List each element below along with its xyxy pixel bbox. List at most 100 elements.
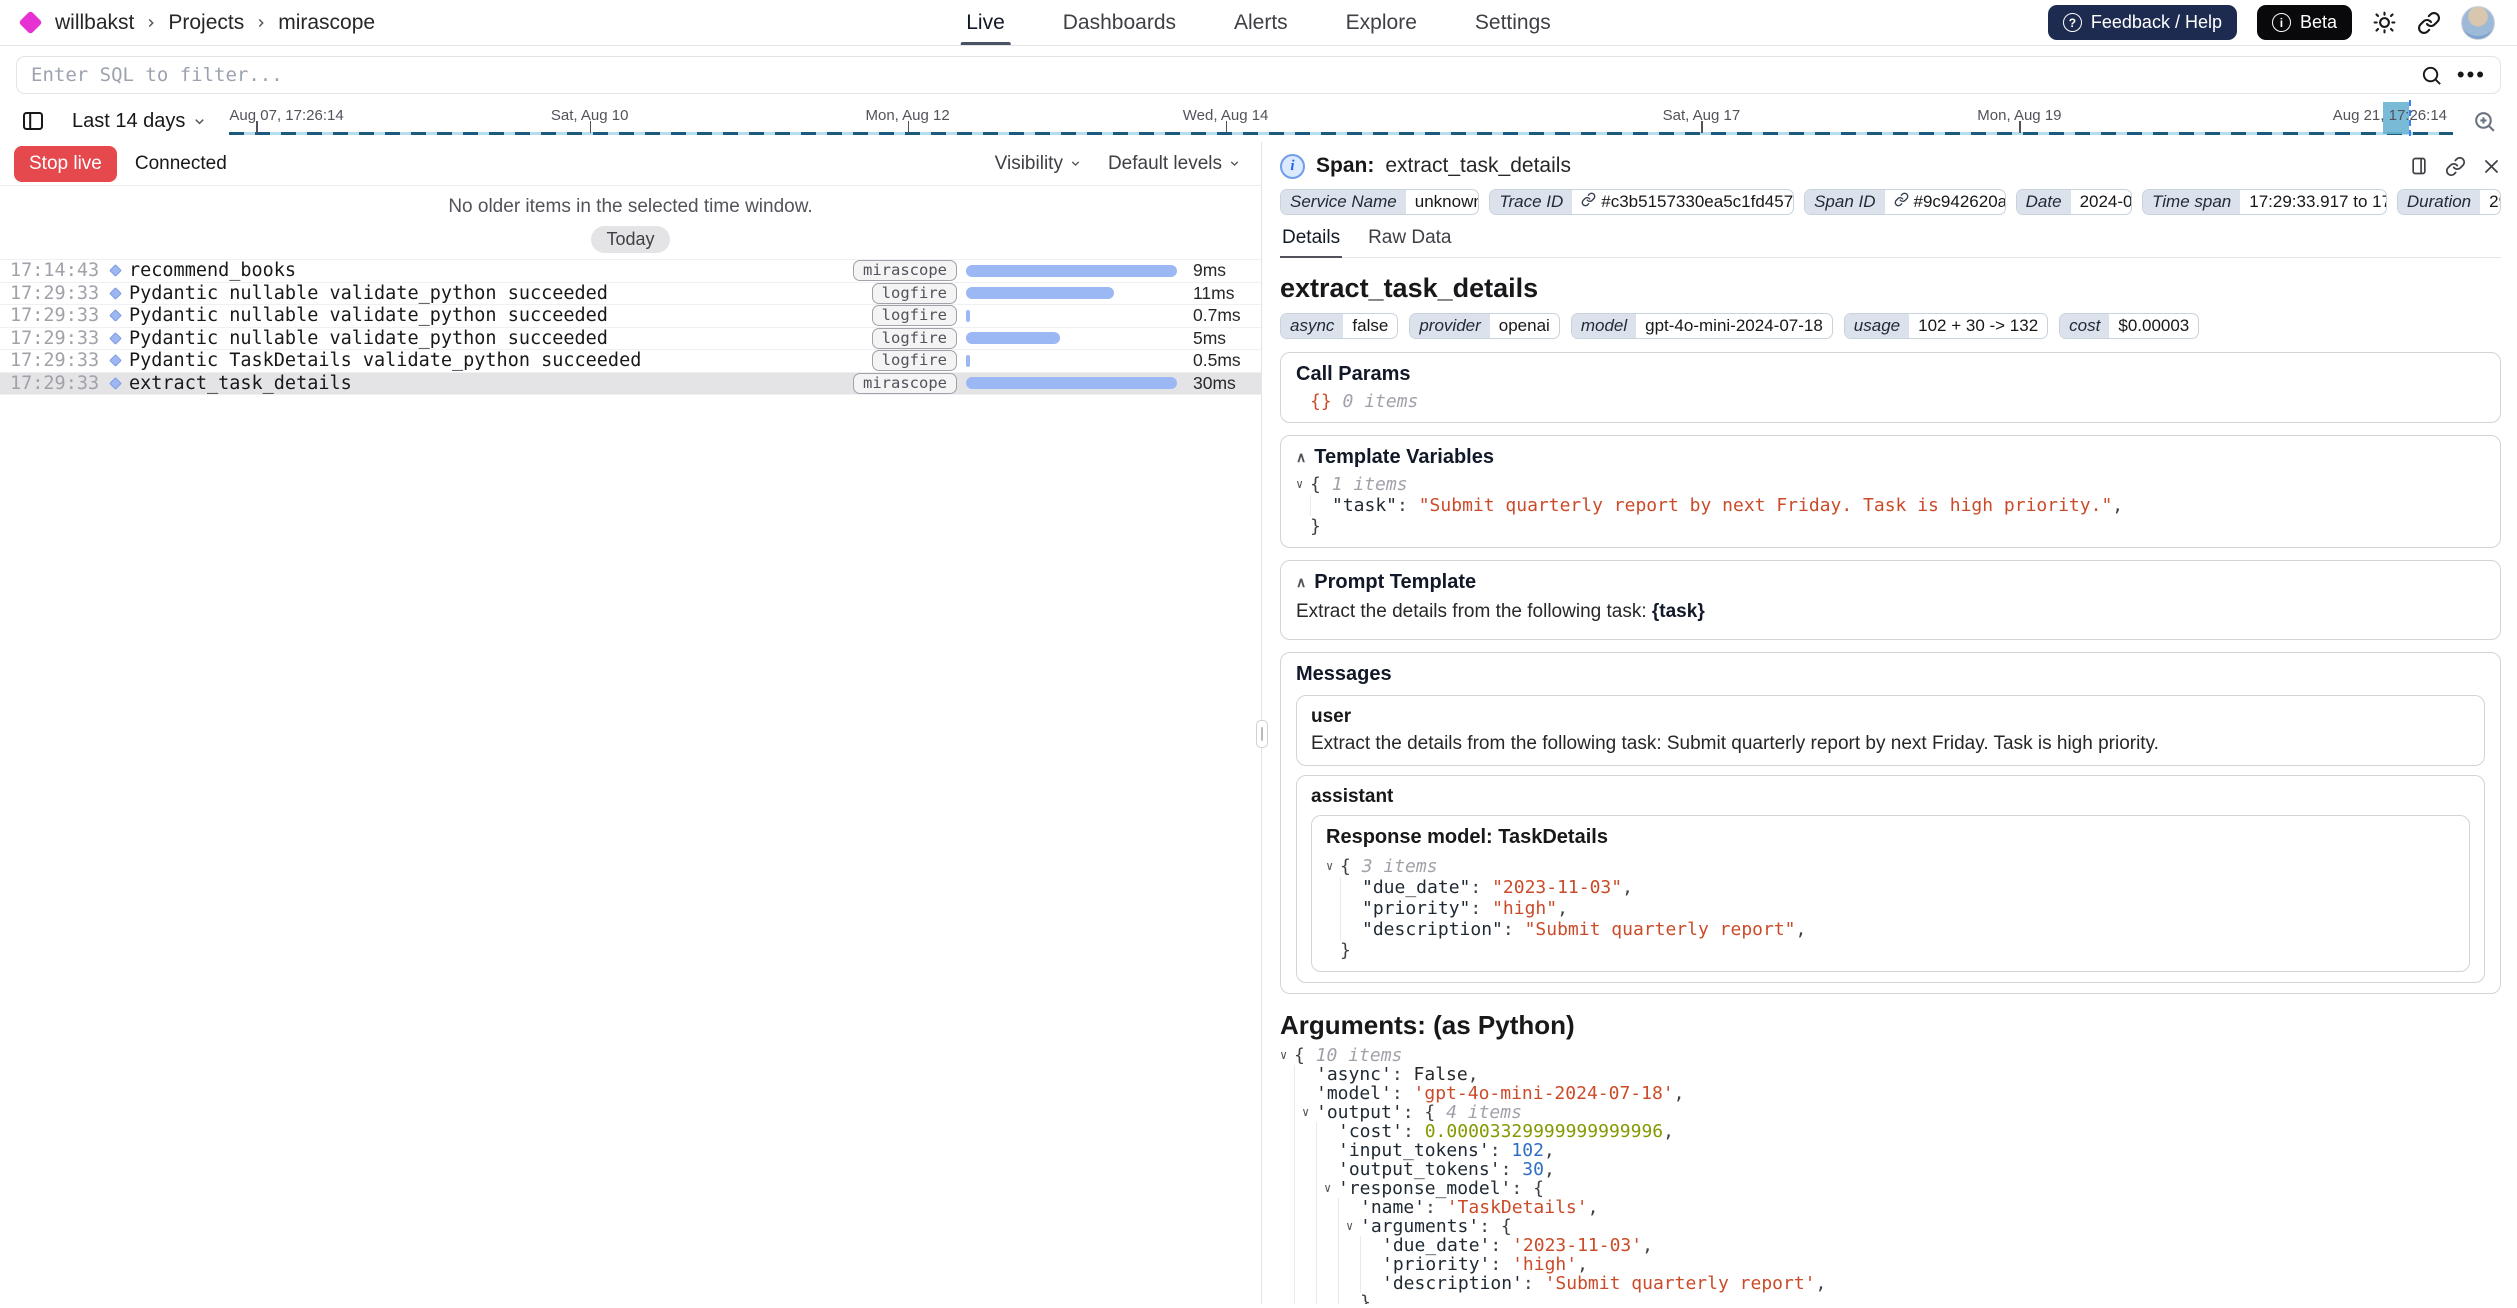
beta-button[interactable]: i Beta (2257, 5, 2352, 40)
user-avatar[interactable] (2461, 6, 2495, 40)
badge-value: gpt-4o-mini-2024-07-18 (1636, 314, 1832, 338)
levels-dropdown[interactable]: Default levels (1108, 153, 1241, 175)
sidebar-toggle-icon[interactable] (16, 104, 50, 138)
code-token: , (1468, 1065, 1479, 1084)
theme-toggle-icon[interactable] (2372, 10, 2397, 35)
top-navbar: willbakst Projects mirascope Live Dashboa… (0, 0, 2517, 46)
log-row[interactable]: 17:29:33Pydantic nullable validate_pytho… (0, 283, 1261, 306)
code-token: 'description' (1382, 1274, 1523, 1293)
response-model-json: ∨{ 3 items"due_date": "2023-11-03","prio… (1326, 856, 2455, 961)
breadcrumb-project[interactable]: mirascope (278, 11, 375, 35)
tab-details[interactable]: Details (1280, 223, 1342, 257)
nav-tab-settings[interactable]: Settings (1475, 0, 1551, 45)
live-view-panel: Stop live Connected Visibility Default l… (0, 142, 1262, 1304)
empty-window-notice: No older items in the selected time wind… (0, 196, 1261, 218)
code-token: 'priority' (1382, 1255, 1490, 1274)
duration-bar (966, 355, 970, 367)
duration-bar (966, 377, 1177, 389)
sql-filter-input[interactable] (31, 64, 2420, 86)
copy-link-icon[interactable] (2445, 156, 2466, 177)
collapse-chevron-icon[interactable]: ∨ (1280, 1046, 1294, 1065)
badge-cost: cost$0.00003 (2059, 313, 2199, 339)
span-info-icon: i (1280, 154, 1305, 179)
main-split: Stop live Connected Visibility Default l… (0, 142, 2517, 1304)
log-name: recommend_books (129, 260, 296, 281)
collapse-chevron-icon[interactable]: ∨ (1346, 1217, 1360, 1236)
tab-raw-data[interactable]: Raw Data (1366, 223, 1453, 257)
search-icon[interactable] (2420, 64, 2443, 87)
logo-diamond-icon[interactable] (18, 10, 42, 34)
log-tag-badge[interactable]: mirascope (853, 373, 957, 394)
link-icon (1581, 192, 1596, 212)
log-row[interactable]: 17:29:33Pydantic TaskDetails validate_py… (0, 350, 1261, 373)
more-options-icon[interactable]: ••• (2457, 70, 2486, 80)
timeline-tick (908, 121, 910, 133)
template-variables-card: ∧ Template Variables ∨{ 1 items"task": "… (1280, 435, 2501, 548)
code-token: : { (1403, 1103, 1446, 1122)
collapse-chevron-icon[interactable]: ∨ (1296, 474, 1310, 495)
log-row[interactable]: 17:14:43recommend_booksmirascope9ms (0, 260, 1261, 283)
detail-tabs: Details Raw Data (1280, 223, 2501, 258)
stop-live-button[interactable]: Stop live (14, 146, 117, 182)
log-tag-badge[interactable]: logfire (872, 350, 957, 371)
share-link-icon[interactable] (2417, 11, 2441, 35)
meta-label: Trace ID (1490, 190, 1572, 214)
indent-guide (1294, 1293, 1316, 1304)
open-panel-icon[interactable] (2409, 156, 2429, 176)
log-tag-badge[interactable]: logfire (872, 328, 957, 349)
duration-bar (966, 287, 1114, 299)
collapse-chevron-icon[interactable]: ∨ (1326, 856, 1340, 877)
code-token: : (1425, 1198, 1447, 1217)
log-row[interactable]: 17:29:33Pydantic nullable validate_pytho… (0, 328, 1261, 351)
code-token: "priority" (1362, 898, 1470, 919)
collapse-chevron-icon[interactable]: ∨ (1324, 1179, 1338, 1198)
code-token: : (1501, 1160, 1523, 1179)
nav-tab-alerts[interactable]: Alerts (1234, 0, 1288, 45)
nav-tab-dashboards[interactable]: Dashboards (1063, 0, 1176, 45)
collapse-chevron-icon[interactable]: ∨ (1302, 1103, 1316, 1122)
code-line: 'due_date': '2023-11-03', (1294, 1236, 2501, 1255)
code-token: } (1340, 940, 1351, 961)
feedback-help-button[interactable]: ? Feedback / Help (2048, 5, 2237, 40)
meta-duration: Duration29ms (2397, 189, 2501, 215)
template-variables-json: ∨{ 1 items"task": "Submit quarterly repo… (1296, 474, 2485, 537)
log-row[interactable]: 17:29:33Pydantic nullable validate_pytho… (0, 305, 1261, 328)
meta-value: 29ms (2480, 190, 2501, 214)
breadcrumb-org[interactable]: willbakst (55, 11, 134, 35)
timeline-track[interactable]: Aug 07, 17:26:14 Aug 21, 17:26:14 Sat, A… (229, 100, 2453, 142)
indent-guide (1294, 1122, 1316, 1141)
nav-tab-explore[interactable]: Explore (1346, 0, 1417, 45)
close-icon[interactable] (2482, 157, 2501, 176)
zoom-in-icon[interactable] (2467, 104, 2501, 138)
code-token: 'Submit quarterly report' (1545, 1274, 1816, 1293)
sql-filter-box: ••• (16, 56, 2501, 94)
log-tag-badge[interactable]: mirascope (853, 260, 957, 281)
log-row[interactable]: 17:29:33extract_task_detailsmirascope30m… (0, 373, 1261, 396)
indent-guide (1316, 1122, 1338, 1141)
log-tag-badge[interactable]: logfire (872, 305, 957, 326)
indent-guide (1340, 898, 1362, 919)
visibility-label: Visibility (995, 153, 1063, 175)
log-timestamp: 17:29:33 (10, 283, 102, 304)
collapse-chevron-icon[interactable]: ∧ (1296, 449, 1306, 466)
nav-tab-live[interactable]: Live (966, 0, 1005, 45)
breadcrumb-projects[interactable]: Projects (168, 11, 244, 35)
duration-label: 30ms (1193, 373, 1251, 394)
time-range-select[interactable]: Last 14 days (64, 110, 215, 133)
collapse-chevron-icon[interactable]: ∧ (1296, 574, 1306, 591)
indent-guide (1316, 1198, 1338, 1217)
badge-label: async (1281, 314, 1343, 338)
call-params-card: Call Params {} 0 items (1280, 352, 2501, 423)
log-name: Pydantic nullable validate_python succee… (129, 328, 608, 349)
panel-resize-handle[interactable] (1256, 720, 1268, 748)
duration-bar-track (966, 355, 1184, 367)
messages-title: Messages (1296, 663, 2485, 686)
log-tag-badge[interactable]: logfire (872, 283, 957, 304)
duration-label: 9ms (1193, 260, 1251, 281)
meta-trace-id[interactable]: Trace ID#c3b5157330ea5c1fd4572747af512d2… (1489, 189, 1794, 215)
badge-label: cost (2060, 314, 2109, 338)
visibility-dropdown[interactable]: Visibility (995, 153, 1082, 175)
meta-span-id[interactable]: Span ID#9c942620aa93dbb4 (1804, 189, 2006, 215)
code-line: 'input_tokens': 102, (1294, 1141, 2501, 1160)
code-token: : { (1479, 1217, 1512, 1236)
